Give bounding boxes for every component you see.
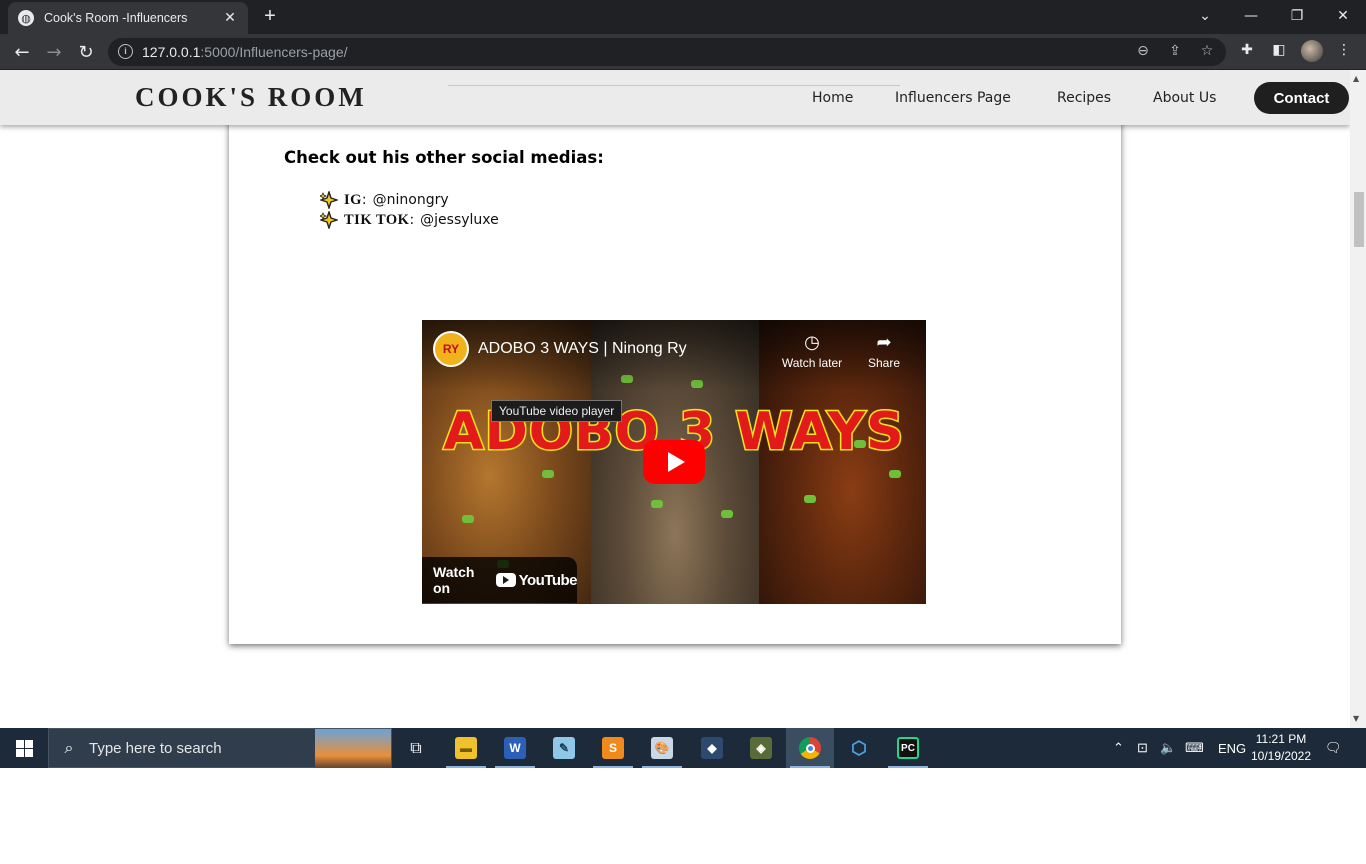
restore-icon[interactable]: ❐ <box>1274 0 1320 32</box>
screen: ◍ Cook's Room -Influencers ✕ + ⌄ — ❐ ✕ ←… <box>0 0 1366 768</box>
scroll-up-icon[interactable]: ▲ <box>1353 74 1359 83</box>
url-path: :5000/Influencers-page/ <box>200 44 348 60</box>
social-handle: @jessyluxe <box>420 212 499 228</box>
social-item-tiktok: TIK TOK: @jessyluxe <box>320 210 499 230</box>
chrome-icon[interactable] <box>786 728 834 768</box>
nav-home[interactable]: Home <box>812 90 853 106</box>
youtube-logo: YouTube <box>495 572 578 589</box>
pycharm-icon[interactable]: PC <box>884 728 932 768</box>
social-key: TIK TOK <box>344 211 410 228</box>
back-icon[interactable]: ← <box>10 40 34 64</box>
site-header: COOK'S ROOM Home Influencers Page Recipe… <box>0 70 1350 125</box>
browser-tab-strip: ◍ Cook's Room -Influencers ✕ + ⌄ — ❐ ✕ <box>0 0 1366 34</box>
clock-date: 10/19/2022 <box>1250 749 1312 763</box>
social-list: IG: @ninongry TIK TOK: @jessyluxe <box>320 190 499 230</box>
task-view-icon[interactable]: ⧉ <box>392 728 440 768</box>
tab-title: Cook's Room -Influencers <box>44 11 188 25</box>
search-icon: ⌕ <box>64 738 74 757</box>
minimize-icon[interactable]: — <box>1228 0 1274 32</box>
box-icon[interactable]: ⬡ <box>835 728 883 768</box>
globe-icon: ◍ <box>18 10 34 26</box>
play-icon <box>667 452 685 472</box>
start-button[interactable] <box>0 728 48 768</box>
watch-on-youtube-button[interactable]: Watch on YouTube <box>422 557 578 603</box>
paint-icon[interactable]: 🎨 <box>638 728 686 768</box>
tab-close-icon[interactable]: ✕ <box>222 10 238 26</box>
youtube-embed[interactable]: RY ADOBO 3 WAYS | Ninong Ry ◷ Watch late… <box>422 320 926 604</box>
keyboard-icon[interactable]: ⌨ <box>1185 728 1209 768</box>
clock-time: 11:21 PM <box>1255 732 1307 746</box>
file-explorer-icon[interactable]: ▬ <box>442 728 490 768</box>
taskbar-search[interactable]: ⌕ Type here to search <box>48 728 392 768</box>
page-scrollbar[interactable]: ▲ ▼ <box>1350 70 1366 728</box>
bookmark-star-icon[interactable]: ☆ <box>1198 43 1216 59</box>
site-info-icon[interactable]: i <box>118 44 133 59</box>
word-icon[interactable]: W <box>491 728 539 768</box>
watch-later-label: Watch later <box>781 356 843 370</box>
share-arrow-icon: ➦ <box>876 332 892 352</box>
reload-icon[interactable]: ↻ <box>74 40 98 64</box>
notepad-icon[interactable]: ✎ <box>540 728 588 768</box>
social-key: IG <box>344 191 362 208</box>
watch-on-label: Watch on <box>433 564 475 596</box>
page-viewport: Check out his other social medias: IG: @… <box>0 70 1366 728</box>
side-panel-icon[interactable]: ◧ <box>1269 42 1289 58</box>
zoom-icon[interactable]: ⊖ <box>1134 43 1152 59</box>
browser-toolbar: ← → ↻ i 127.0.0.1:5000/Influencers-page/… <box>0 34 1366 70</box>
close-icon[interactable]: ✕ <box>1320 0 1366 32</box>
forward-icon[interactable]: → <box>42 40 66 64</box>
search-highlight-image <box>315 729 391 767</box>
git-icon[interactable]: ◈ <box>737 728 785 768</box>
scroll-thumb[interactable] <box>1354 192 1364 247</box>
search-placeholder: Type here to search <box>89 739 222 757</box>
profile-avatar[interactable] <box>1301 40 1323 62</box>
nav-recipes[interactable]: Recipes <box>1057 90 1111 106</box>
language-indicator[interactable]: ENG <box>1218 728 1246 768</box>
address-bar[interactable]: i 127.0.0.1:5000/Influencers-page/ ⊖ ⇪ ☆ <box>108 38 1226 66</box>
extensions-icon[interactable]: ✚ <box>1237 42 1257 58</box>
nav-about[interactable]: About Us <box>1153 90 1216 106</box>
windows-logo-icon <box>15 739 33 757</box>
player-tooltip: YouTube video player <box>491 400 623 422</box>
contact-button[interactable]: Contact <box>1254 82 1349 114</box>
video-title[interactable]: ADOBO 3 WAYS | Ninong Ry <box>478 340 687 358</box>
url-host: 127.0.0.1 <box>142 44 201 60</box>
sparkle-icon <box>320 191 338 209</box>
channel-logo[interactable]: RY <box>433 331 469 367</box>
mysql-workbench-icon[interactable]: ◆ <box>688 728 736 768</box>
watch-later-button[interactable]: ◷ Watch later <box>780 332 844 370</box>
notifications-icon[interactable]: 🗨 <box>1325 728 1345 768</box>
social-handle: @ninongry <box>372 192 449 208</box>
address-url[interactable]: 127.0.0.1:5000/Influencers-page/ <box>142 44 348 60</box>
windows-taskbar: ⌕ Type here to search ⧉ ▬ W ✎ S 🎨 ◆ ◈ ⬡ … <box>0 728 1366 768</box>
share-icon[interactable]: ⇪ <box>1166 43 1184 59</box>
play-button[interactable] <box>643 440 705 484</box>
header-divider <box>448 85 900 86</box>
taskbar-clock[interactable]: 11:21 PM 10/19/2022 <box>1248 731 1314 765</box>
social-heading: Check out his other social medias: <box>284 148 604 167</box>
volume-icon[interactable]: 🔈 <box>1160 728 1178 768</box>
share-button[interactable]: ➦ Share <box>852 332 916 370</box>
sublime-text-icon[interactable]: S <box>589 728 637 768</box>
scroll-down-icon[interactable]: ▼ <box>1353 714 1359 723</box>
nav-influencers[interactable]: Influencers Page <box>895 90 1011 106</box>
browser-tab[interactable]: ◍ Cook's Room -Influencers ✕ <box>8 2 248 34</box>
sparkle-icon <box>320 211 338 229</box>
site-brand[interactable]: COOK'S ROOM <box>135 82 367 113</box>
new-tab-button[interactable]: + <box>259 5 281 28</box>
chevron-down-icon[interactable]: ⌄ <box>1182 0 1228 32</box>
menu-kebab-icon[interactable]: ⋮ <box>1334 42 1354 58</box>
clock-icon: ◷ <box>804 332 820 352</box>
network-icon[interactable]: ⊡ <box>1137 728 1153 768</box>
youtube-play-icon <box>495 573 516 587</box>
share-label: Share <box>867 356 901 370</box>
tray-chevron-icon[interactable]: ⌃ <box>1113 728 1129 768</box>
social-item-ig: IG: @ninongry <box>320 190 499 210</box>
